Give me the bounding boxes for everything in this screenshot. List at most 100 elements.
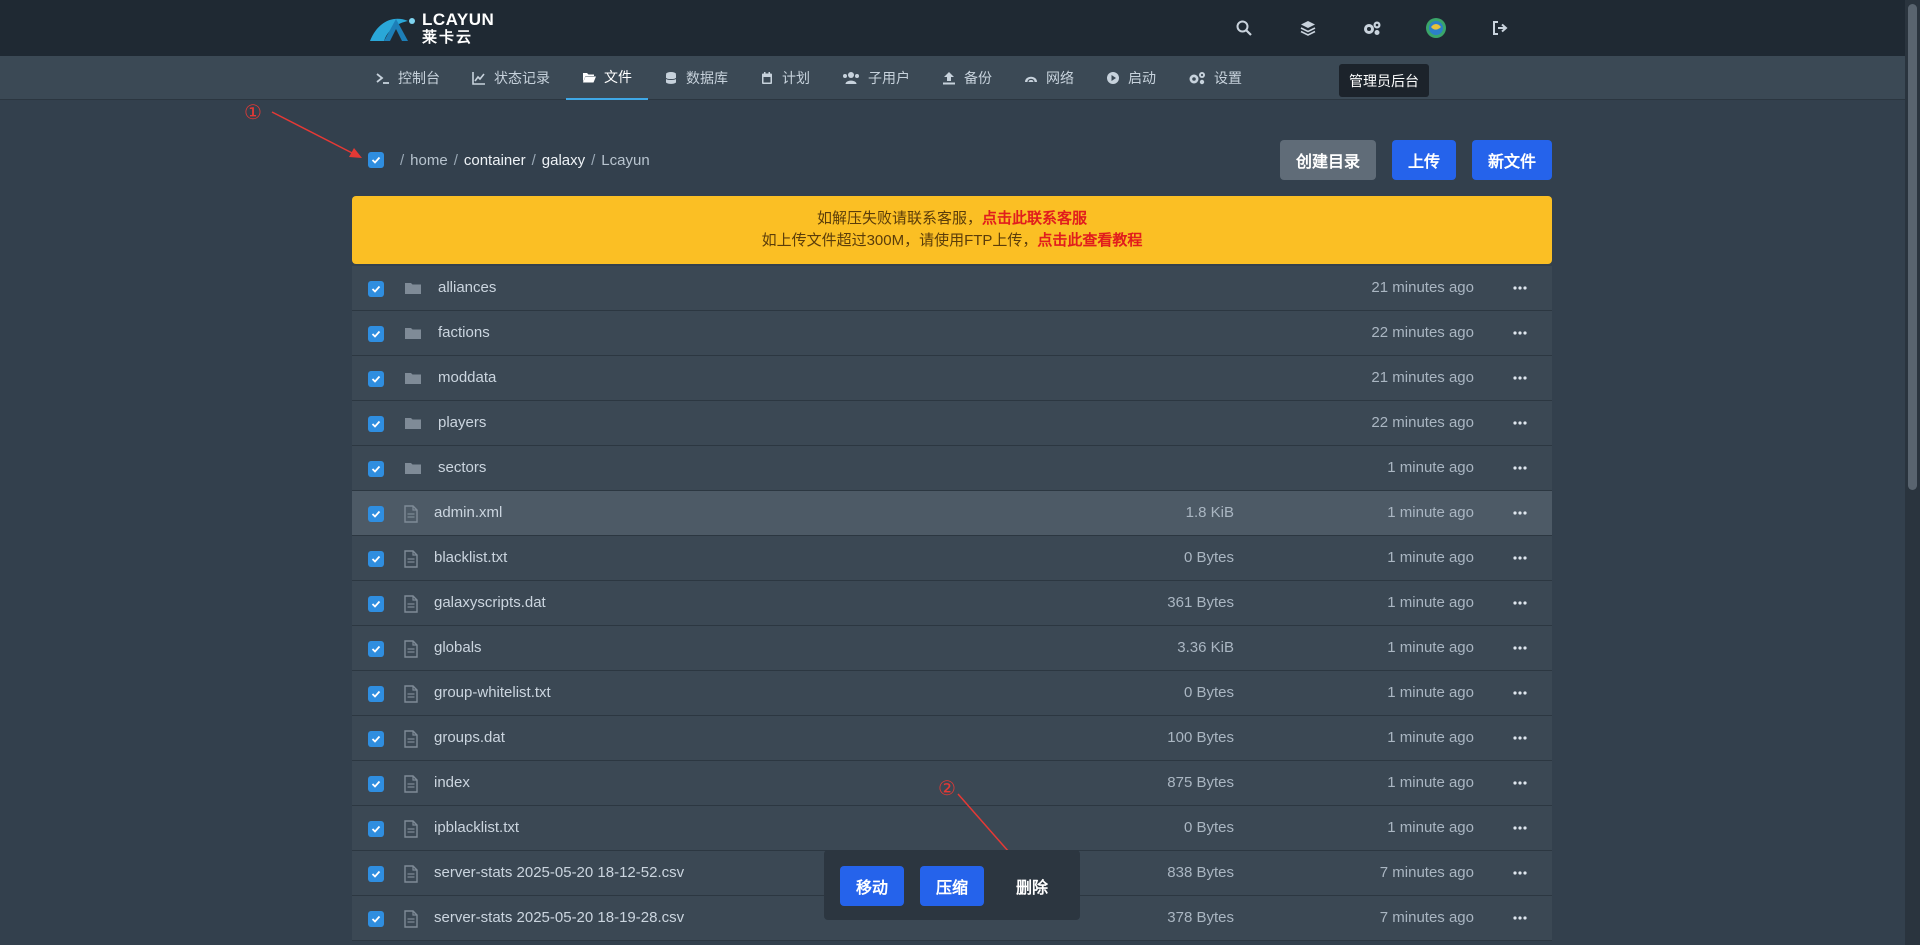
new-file-button[interactable]: 新文件 bbox=[1472, 140, 1552, 180]
create-directory-button[interactable]: 创建目录 bbox=[1280, 140, 1376, 180]
file-row[interactable]: blacklist.txt 0 Bytes 1 minute ago bbox=[352, 536, 1552, 581]
tab-backup[interactable]: 备份 bbox=[926, 56, 1008, 100]
tab-status-log[interactable]: 状态记录 bbox=[456, 56, 566, 100]
folder-icon bbox=[404, 325, 422, 346]
file-name[interactable]: players bbox=[438, 414, 486, 431]
layers-icon[interactable] bbox=[1276, 0, 1340, 56]
avatar[interactable] bbox=[1404, 0, 1468, 56]
file-name[interactable]: index bbox=[434, 774, 470, 791]
file-name[interactable]: globals bbox=[434, 639, 482, 656]
tab-database[interactable]: 数据库 bbox=[648, 56, 744, 100]
file-row[interactable]: admin.xml 1.8 KiB 1 minute ago bbox=[352, 491, 1552, 536]
more-options-icon[interactable] bbox=[1510, 368, 1530, 388]
select-all-checkbox[interactable] bbox=[368, 152, 384, 168]
tab-files[interactable]: 文件 bbox=[566, 56, 648, 100]
folder-row[interactable]: sectors 1 minute ago bbox=[352, 446, 1552, 491]
file-row[interactable]: group-whitelist.txt 0 Bytes 1 minute ago bbox=[352, 671, 1552, 716]
delete-button[interactable]: 删除 bbox=[1000, 866, 1064, 906]
search-icon[interactable] bbox=[1212, 0, 1276, 56]
calendar-icon bbox=[762, 72, 772, 84]
file-name[interactable]: groups.dat bbox=[434, 729, 505, 746]
row-checkbox[interactable] bbox=[368, 686, 384, 702]
tab-network[interactable]: 网络 bbox=[1008, 56, 1090, 100]
more-options-icon[interactable] bbox=[1510, 683, 1530, 703]
file-name[interactable]: admin.xml bbox=[434, 504, 502, 521]
file-size: 378 Bytes bbox=[1167, 909, 1234, 926]
file-icon bbox=[404, 595, 418, 618]
more-options-icon[interactable] bbox=[1510, 548, 1530, 568]
file-row[interactable]: globals 3.36 KiB 1 minute ago bbox=[352, 626, 1552, 671]
breadcrumb-galaxy[interactable]: galaxy bbox=[542, 152, 585, 169]
file-modified-time: 1 minute ago bbox=[1387, 504, 1474, 521]
more-options-icon[interactable] bbox=[1510, 413, 1530, 433]
upload-icon bbox=[943, 72, 955, 85]
more-options-icon[interactable] bbox=[1510, 593, 1530, 613]
file-name[interactable]: galaxyscripts.dat bbox=[434, 594, 546, 611]
file-modified-time: 7 minutes ago bbox=[1379, 909, 1474, 926]
file-name[interactable]: server-stats 2025-05-20 18-19-28.csv bbox=[434, 909, 684, 926]
row-checkbox[interactable] bbox=[368, 821, 384, 837]
more-options-icon[interactable] bbox=[1510, 638, 1530, 658]
upload-button[interactable]: 上传 bbox=[1392, 140, 1456, 180]
file-name[interactable]: ipblacklist.txt bbox=[434, 819, 519, 836]
row-checkbox[interactable] bbox=[368, 641, 384, 657]
tutorial-link[interactable]: 点击此查看教程 bbox=[1037, 232, 1142, 249]
file-modified-time: 1 minute ago bbox=[1387, 684, 1474, 701]
file-name[interactable]: server-stats 2025-05-20 18-12-52.csv bbox=[434, 864, 684, 881]
annotation-1: ① bbox=[244, 102, 262, 124]
file-name[interactable]: alliances bbox=[438, 279, 496, 296]
scrollbar-thumb[interactable] bbox=[1908, 4, 1917, 490]
more-options-icon[interactable] bbox=[1510, 458, 1530, 478]
row-checkbox[interactable] bbox=[368, 281, 384, 297]
more-options-icon[interactable] bbox=[1510, 278, 1530, 298]
row-checkbox[interactable] bbox=[368, 911, 384, 927]
row-checkbox[interactable] bbox=[368, 596, 384, 612]
tab-settings[interactable]: 设置 bbox=[1172, 56, 1258, 100]
page-scrollbar[interactable] bbox=[1905, 0, 1920, 945]
row-checkbox[interactable] bbox=[368, 416, 384, 432]
folder-row[interactable]: alliances 21 minutes ago bbox=[352, 266, 1552, 311]
file-name[interactable]: group-whitelist.txt bbox=[434, 684, 551, 701]
folder-row[interactable]: factions 22 minutes ago bbox=[352, 311, 1552, 356]
more-options-icon[interactable] bbox=[1510, 503, 1530, 523]
more-options-icon[interactable] bbox=[1510, 818, 1530, 838]
row-checkbox[interactable] bbox=[368, 866, 384, 882]
file-icon bbox=[404, 865, 418, 888]
brand-logo[interactable]: LCAYUN 莱卡云 bbox=[368, 10, 494, 46]
row-checkbox[interactable] bbox=[368, 371, 384, 387]
annotation-2: ② bbox=[938, 778, 956, 800]
breadcrumb-container[interactable]: container bbox=[464, 152, 526, 169]
tab-startup[interactable]: 启动 bbox=[1090, 56, 1172, 100]
tab-schedule[interactable]: 计划 bbox=[744, 56, 826, 100]
breadcrumb-home[interactable]: home bbox=[410, 152, 448, 169]
more-options-icon[interactable] bbox=[1510, 863, 1530, 883]
more-options-icon[interactable] bbox=[1510, 773, 1530, 793]
row-checkbox[interactable] bbox=[368, 461, 384, 477]
file-row[interactable]: galaxyscripts.dat 361 Bytes 1 minute ago bbox=[352, 581, 1552, 626]
row-checkbox[interactable] bbox=[368, 731, 384, 747]
folder-row[interactable]: moddata 21 minutes ago bbox=[352, 356, 1552, 401]
tab-subusers[interactable]: 子用户 bbox=[826, 56, 926, 100]
row-checkbox[interactable] bbox=[368, 776, 384, 792]
tab-console[interactable]: 控制台 bbox=[360, 56, 456, 100]
row-checkbox[interactable] bbox=[368, 326, 384, 342]
settings-cogs-icon[interactable] bbox=[1340, 0, 1404, 56]
more-options-icon[interactable] bbox=[1510, 323, 1530, 343]
contact-support-link[interactable]: 点击此联系客服 bbox=[982, 210, 1087, 227]
row-checkbox[interactable] bbox=[368, 551, 384, 567]
file-row[interactable]: groups.dat 100 Bytes 1 minute ago bbox=[352, 716, 1552, 761]
folder-open-icon bbox=[583, 73, 596, 83]
file-name[interactable]: blacklist.txt bbox=[434, 549, 507, 566]
move-button[interactable]: 移动 bbox=[840, 866, 904, 906]
logo-mark-icon bbox=[368, 11, 420, 45]
file-name[interactable]: factions bbox=[438, 324, 490, 341]
file-row[interactable]: ipblacklist.txt 0 Bytes 1 minute ago bbox=[352, 806, 1552, 851]
folder-row[interactable]: players 22 minutes ago bbox=[352, 401, 1552, 446]
row-checkbox[interactable] bbox=[368, 506, 384, 522]
compress-button[interactable]: 压缩 bbox=[920, 866, 984, 906]
file-name[interactable]: sectors bbox=[438, 459, 486, 476]
file-name[interactable]: moddata bbox=[438, 369, 496, 386]
more-options-icon[interactable] bbox=[1510, 908, 1530, 928]
logout-icon[interactable] bbox=[1468, 0, 1532, 56]
more-options-icon[interactable] bbox=[1510, 728, 1530, 748]
